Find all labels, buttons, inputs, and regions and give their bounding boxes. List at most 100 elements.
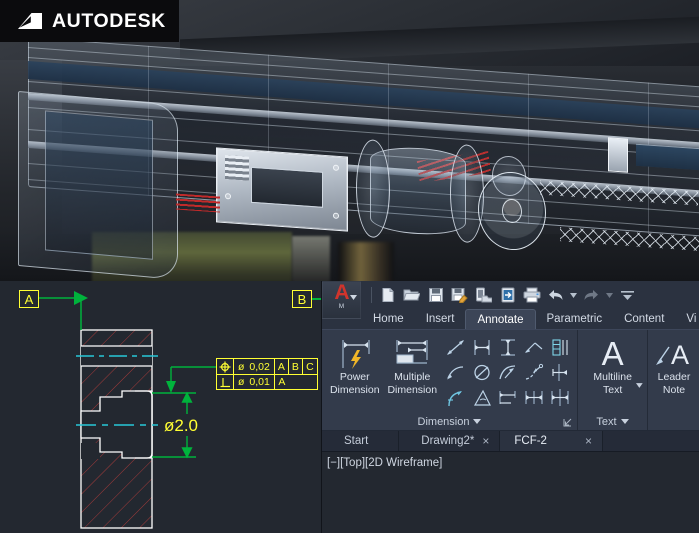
fcf-tolerance-cell: ø 0,02 <box>234 359 275 374</box>
power-dimension-button[interactable]: Power Dimension <box>326 335 384 396</box>
document-tab-fcf2-close-icon[interactable]: × <box>585 435 592 447</box>
document-tab-bar: Start Drawing2* × FCF-2 × <box>322 431 699 452</box>
fcf-row: ø 0,01 A <box>217 374 317 389</box>
chevron-down-icon[interactable] <box>473 419 482 424</box>
dimension-panel-title: Dimension <box>417 415 470 428</box>
fcf-datum-ref-c: C <box>306 360 314 373</box>
document-tab-start[interactable]: Start <box>322 431 400 451</box>
open-icon[interactable] <box>401 285 422 305</box>
datum-b-leader-line <box>312 298 321 300</box>
ribbon-tab-home[interactable]: Home <box>362 309 415 329</box>
aligned-dimension-icon[interactable] <box>471 337 493 358</box>
ordinate-dimension-icon[interactable] <box>549 362 571 383</box>
open-from-web-icon[interactable] <box>473 285 494 305</box>
app-menu-a-label: A <box>334 281 349 304</box>
diameter-dimension-icon[interactable] <box>471 362 493 383</box>
ribbon-tab-insert[interactable]: Insert <box>415 309 466 329</box>
render-wire-harness-left <box>176 193 220 213</box>
arc-length-dimension-icon[interactable] <box>445 362 467 383</box>
ribbon-tab-view[interactable]: Vi <box>675 309 699 329</box>
multiline-text-label-2: Text <box>603 383 623 396</box>
render-lattice-pattern-upper <box>540 180 698 206</box>
undo-icon[interactable] <box>545 285 566 305</box>
undo-dropdown-icon[interactable] <box>569 285 578 305</box>
svg-text:A: A <box>671 340 689 370</box>
plot-icon[interactable] <box>521 285 542 305</box>
linear-dimension-icon[interactable] <box>445 337 467 358</box>
render-controller-module <box>216 147 348 232</box>
jogged-radius-icon[interactable] <box>445 387 467 408</box>
redo-dropdown-icon[interactable] <box>605 285 614 305</box>
fcf-diameter-symbol: ø <box>238 360 245 373</box>
app-menu-m-label: M <box>338 303 345 310</box>
render-endcap-inner <box>45 110 153 260</box>
render-terminal-block <box>608 137 628 173</box>
datum-feature-symbol-b[interactable]: B <box>292 290 312 308</box>
text-panel-title: Text <box>596 415 617 428</box>
save-to-web-icon[interactable] <box>497 285 518 305</box>
render-motor-endring-left <box>356 138 390 239</box>
fcf-datum-ref-b: B <box>289 359 303 374</box>
document-tab-drawing2[interactable]: Drawing2* × <box>399 431 501 451</box>
ribbon-tab-annotate[interactable]: Annotate <box>465 309 536 329</box>
radius-dimension-icon[interactable] <box>497 362 519 383</box>
dimension-break-icon[interactable] <box>523 387 545 408</box>
fcf-row: ø 0,02 A B C <box>217 359 317 374</box>
power-dimension-icon <box>338 337 372 371</box>
fcf-diameter-symbol: ø <box>238 376 245 388</box>
ribbon-tab-content[interactable]: Content <box>613 309 675 329</box>
leader-note-label-1: Leader <box>657 371 691 383</box>
render-components <box>0 60 699 280</box>
section-body <box>80 329 153 529</box>
qat-divider <box>371 287 372 303</box>
datum-feature-symbol-a[interactable]: A <box>19 290 39 308</box>
customize-qat-icon[interactable] <box>617 285 638 305</box>
dimension-tools-grid <box>443 335 573 410</box>
leader-note-icon: A <box>654 337 694 371</box>
dimension-panel-content: Power Dimension Multiple Dimension <box>322 330 577 413</box>
datum-a-label: A <box>24 291 34 307</box>
fcf-datum-ref-a: A <box>278 376 286 388</box>
text-panel-content: A Multiline Text <box>578 330 647 413</box>
multiline-text-button[interactable]: A Multiline Text <box>582 335 643 396</box>
document-tab-drawing2-close-icon[interactable]: × <box>482 435 489 447</box>
render-rail-plate <box>636 143 699 171</box>
continue-dimension-icon[interactable] <box>497 387 519 408</box>
ribbon-panels: Power Dimension Multiple Dimension Dimen… <box>322 330 699 431</box>
render-flywheel <box>478 170 546 252</box>
render-flywheel-hub <box>502 198 522 224</box>
vertical-dimension-icon[interactable] <box>497 337 519 358</box>
leader-panel-content: A Leader Note <box>648 330 699 413</box>
text-panel-title-bar[interactable]: Text <box>578 413 647 430</box>
new-icon[interactable] <box>377 285 398 305</box>
panel-expander-icon[interactable] <box>563 418 572 427</box>
datum-b-label: B <box>297 291 307 307</box>
quick-access-toolbar <box>322 281 699 309</box>
dimension-space-icon[interactable] <box>549 387 571 408</box>
multiline-text-split-caret-icon[interactable] <box>636 383 643 388</box>
document-tab-fcf2[interactable]: FCF-2 × <box>500 431 603 451</box>
cad-drawing-viewport[interactable]: ø2.0 A B ø 0,02 A B C ø 0,01 A <box>0 281 321 533</box>
multiple-dimension-icon <box>394 337 430 371</box>
leader-note-button[interactable]: A Leader Note <box>652 335 696 396</box>
jogged-dimension-icon[interactable] <box>523 362 545 383</box>
angular-3point-icon[interactable] <box>471 387 493 408</box>
autocad-drawing-viewport[interactable]: [−][Top][2D Wireframe] <box>322 452 699 533</box>
angular-dimension-icon[interactable] <box>523 337 545 358</box>
dimension-panel-title-bar[interactable]: Dimension <box>322 413 577 430</box>
chevron-down-icon[interactable] <box>350 295 357 300</box>
viewport-controls-label[interactable]: [−][Top][2D Wireframe] <box>327 457 442 469</box>
chevron-down-icon[interactable] <box>620 419 629 424</box>
save-as-icon[interactable] <box>449 285 470 305</box>
multiple-dimension-button[interactable]: Multiple Dimension <box>384 335 442 396</box>
diameter-dimension-text: ø2.0 <box>164 416 198 435</box>
autocad-app-menu-button[interactable]: A M <box>322 281 361 319</box>
leader-panel-title-bar <box>648 413 699 430</box>
document-tab-drawing2-label: Drawing2* <box>421 435 475 447</box>
save-icon[interactable] <box>425 285 446 305</box>
baseline-dimension-icon[interactable] <box>549 337 571 358</box>
feature-control-frame[interactable]: ø 0,02 A B C ø 0,01 A <box>216 358 318 390</box>
fcf-datum-ref-a: A <box>275 359 289 374</box>
ribbon-tab-parametric[interactable]: Parametric <box>536 309 614 329</box>
redo-icon[interactable] <box>581 285 602 305</box>
